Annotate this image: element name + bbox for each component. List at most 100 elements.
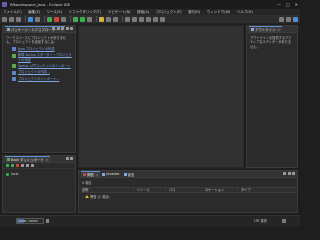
run-icon[interactable] <box>80 16 85 22</box>
boot-run-icon[interactable] <box>47 16 52 22</box>
search-icon[interactable] <box>132 16 137 22</box>
editor-area[interactable] <box>78 25 244 168</box>
tab-declaration[interactable]: 宣言 <box>122 171 137 178</box>
menu-navigate[interactable]: ナビゲート(N) <box>108 10 131 15</box>
column-path[interactable]: パス <box>166 187 202 193</box>
terminal-icon[interactable] <box>35 16 40 22</box>
minimize-icon[interactable] <box>287 172 291 175</box>
toolbar-separator <box>25 16 26 22</box>
outline-tabbar: アウトライン ✕ <box>247 25 297 33</box>
boot-dashboard-icon <box>7 158 10 161</box>
import-spring-content-link[interactable]: Spring 入門コンテンツのインポート <box>6 64 72 69</box>
status-bar: 209M / 800M LTR 選択 <box>0 215 300 226</box>
close-icon[interactable]: ✕ <box>295 1 298 8</box>
maximize-icon[interactable] <box>70 157 73 160</box>
expand-icon[interactable]: › <box>82 195 83 199</box>
menu-source[interactable]: ソース(S) <box>47 10 62 15</box>
search-icon[interactable] <box>279 17 284 22</box>
boot-stop-icon[interactable] <box>54 16 59 22</box>
tab-outline[interactable]: アウトライン ✕ <box>249 25 282 33</box>
boot-dashboard-tabbar: Boot ダッシュボード ✕ <box>3 155 75 163</box>
filter-icon[interactable] <box>31 164 34 167</box>
back-icon[interactable] <box>153 16 158 22</box>
maximize-icon[interactable] <box>70 27 73 30</box>
create-project-link[interactable]: プロジェクトの作成... <box>6 70 72 75</box>
toolbar-separator <box>96 16 97 22</box>
notifications-icon[interactable] <box>282 219 286 223</box>
package-explorer-view: パッケージ・エクスプローラー ✕ ワークスペースにプロジェクトがありません。プロ… <box>2 25 76 153</box>
column-resource[interactable]: リソース <box>134 187 166 193</box>
maximize-icon[interactable] <box>292 172 295 175</box>
view-menu-icon[interactable] <box>283 172 286 175</box>
column-type[interactable]: タイプ <box>238 187 278 193</box>
open-browser-icon[interactable] <box>21 164 24 167</box>
build-icon[interactable] <box>28 16 33 22</box>
maximize-icon[interactable]: □ <box>286 1 290 8</box>
new-package-icon[interactable] <box>106 16 111 22</box>
start-icon[interactable] <box>6 164 9 167</box>
previous-annotation-icon[interactable] <box>146 16 151 22</box>
menu-run[interactable]: 実行(R) <box>188 10 200 15</box>
package-explorer-tabbar: パッケージ・エクスプローラー ✕ <box>3 25 75 33</box>
menu-window[interactable]: ウィンドウ(W) <box>207 10 231 15</box>
close-icon[interactable]: ✕ <box>277 28 280 32</box>
menu-file[interactable]: ファイル(F) <box>3 10 22 15</box>
minimize-icon[interactable] <box>65 157 69 160</box>
local-target-icon <box>6 172 9 176</box>
debug-icon[interactable] <box>73 16 78 22</box>
stop-icon[interactable] <box>16 164 19 167</box>
tab-boot-dashboard[interactable]: Boot ダッシュボード ✕ <box>5 155 51 163</box>
close-icon[interactable]: ✕ <box>46 158 49 162</box>
close-icon[interactable]: ✕ <box>96 173 99 177</box>
new-java-project-icon[interactable] <box>99 16 104 22</box>
heap-status[interactable]: 209M / 800M <box>16 218 44 224</box>
boot-relaunch-icon[interactable] <box>61 16 66 22</box>
link-label: 新規 Spring スターター・プロジェクトの作成 <box>18 53 72 62</box>
column-description[interactable]: 説明 <box>79 187 134 193</box>
import-project-link[interactable]: プロジェクトのインポート... <box>6 77 72 82</box>
debug-icon[interactable] <box>11 164 14 167</box>
save-icon[interactable] <box>9 16 14 22</box>
console-icon[interactable] <box>26 164 29 167</box>
tab-problems[interactable]: 問題 ✕ <box>81 170 101 178</box>
create-java-project-link[interactable]: Java プロジェクトの作成 <box>6 47 72 52</box>
menu-edit[interactable]: 編集(E) <box>28 10 40 15</box>
tab-label: Boot ダッシュボード <box>11 158 44 162</box>
outline-icon <box>251 28 254 31</box>
garbage-collect-icon[interactable] <box>46 219 49 223</box>
tab-label: Javadoc <box>106 172 120 176</box>
menu-project[interactable]: プロジェクト(P) <box>156 10 182 15</box>
link-label: Java プロジェクトの作成 <box>18 46 55 51</box>
link-label: プロジェクトのインポート... <box>18 76 60 81</box>
open-type-icon[interactable] <box>125 16 130 22</box>
new-class-icon[interactable] <box>113 16 118 22</box>
menu-refactor[interactable]: リファクタリング(T) <box>68 10 101 15</box>
forward-icon[interactable] <box>160 16 165 22</box>
link-with-editor-icon[interactable] <box>56 27 60 30</box>
window-title: ENworkspace_java - Eclipse IDE <box>10 2 71 7</box>
toolbar-separator <box>70 16 71 22</box>
save-all-icon[interactable] <box>16 16 21 22</box>
view-actions <box>52 27 73 30</box>
outline-message: アウトラインを提供するアクティブなエディターがありません。 <box>250 36 292 49</box>
list-item[interactable]: local <box>3 169 75 179</box>
title-bar: ENworkspace_java - Eclipse IDE — □ ✕ <box>0 0 300 9</box>
tab-javadoc[interactable]: Javadoc <box>100 171 121 178</box>
main-toolbar <box>0 15 300 24</box>
minimize-icon[interactable]: — <box>277 1 281 8</box>
view-menu-icon[interactable] <box>61 27 64 30</box>
menu-search[interactable]: 検索(A) <box>137 10 149 15</box>
minimize-icon[interactable] <box>65 27 69 30</box>
collapse-all-icon[interactable] <box>52 27 55 30</box>
column-location[interactable]: ロケーション <box>202 187 238 193</box>
open-perspective-icon[interactable] <box>286 17 291 22</box>
warning-icon <box>84 195 89 198</box>
table-row[interactable]: › 警告 (1 項目) <box>79 193 297 200</box>
declaration-icon <box>123 172 127 176</box>
next-annotation-icon[interactable] <box>139 16 144 22</box>
menu-help[interactable]: ヘルプ(H) <box>237 10 253 15</box>
external-tools-icon[interactable] <box>87 16 92 22</box>
new-icon[interactable] <box>2 16 7 22</box>
create-spring-starter-link[interactable]: 新規 Spring スターター・プロジェクトの作成 <box>6 53 72 62</box>
java-perspective-icon[interactable] <box>293 17 298 22</box>
